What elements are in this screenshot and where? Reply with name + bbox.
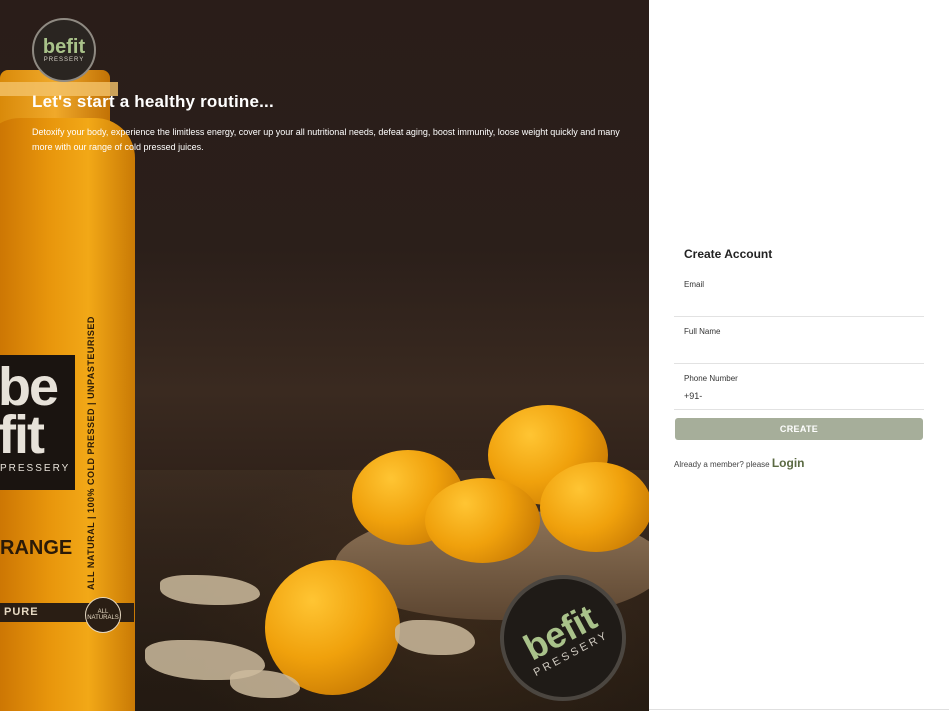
phone-input[interactable]: [684, 387, 914, 405]
create-button[interactable]: CREATE: [675, 418, 923, 440]
hero-panel: be fit PRESSERY RANGE ALL NATURAL | 100%…: [0, 0, 649, 711]
brand-logo[interactable]: befit PRESSERY: [32, 18, 96, 82]
orange-fruit: [540, 462, 649, 552]
logo-text: befit: [42, 36, 86, 58]
bottle-label-flavor: RANGE: [0, 537, 73, 559]
bottom-divider: [649, 709, 949, 710]
logo-subtext: PRESSERY: [43, 57, 85, 63]
login-prompt-text: Already a member? please: [674, 460, 770, 469]
create-account-panel: Create Account Email Full Name Phone Num…: [649, 0, 949, 711]
email-input[interactable]: [684, 286, 914, 304]
full-name-field: Full Name: [674, 317, 924, 364]
phone-label: Phone Number: [684, 374, 738, 383]
login-prompt: Already a member? please Login: [674, 456, 805, 470]
phone-field: Phone Number: [674, 363, 924, 410]
bottle-label-pure: PURE: [4, 606, 39, 618]
bottle-label-fit: fit: [0, 405, 45, 465]
hero-description: Detoxify your body, experience the limit…: [32, 127, 620, 152]
form-title: Create Account: [684, 247, 773, 261]
email-field: Email: [674, 270, 924, 317]
login-link[interactable]: Login: [772, 456, 805, 470]
full-name-input[interactable]: [684, 333, 914, 351]
bottle-label-claims: ALL NATURAL | 100% COLD PRESSED | UNPAST…: [86, 316, 96, 590]
hero-title: Let's start a healthy routine...: [32, 92, 274, 111]
orange-fruit: [425, 478, 540, 563]
bottle-label-pressery: PRESSERY: [0, 463, 71, 474]
all-naturals-seal: ALL NATURALS: [85, 597, 121, 633]
